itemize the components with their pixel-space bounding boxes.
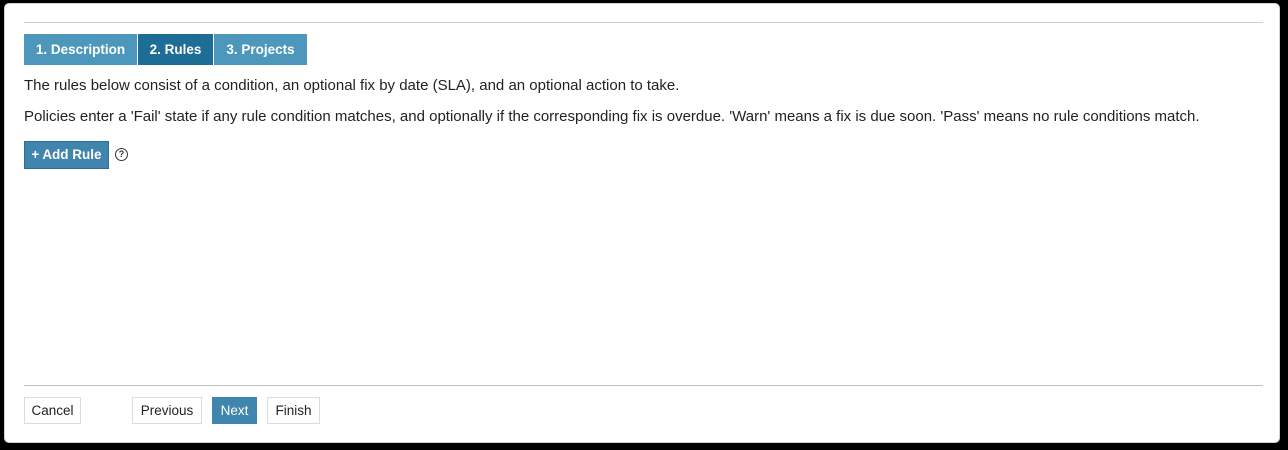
finish-button[interactable]: Finish bbox=[267, 397, 320, 424]
previous-button[interactable]: Previous bbox=[132, 397, 202, 424]
policy-states-text: Policies enter a 'Fail' state if any rul… bbox=[24, 108, 1200, 125]
tab-projects[interactable]: 3. Projects bbox=[214, 34, 307, 65]
cancel-button[interactable]: Cancel bbox=[24, 397, 81, 424]
top-divider bbox=[24, 22, 1263, 23]
footer-divider bbox=[24, 385, 1263, 386]
help-icon[interactable]: ? bbox=[115, 148, 128, 161]
tab-rules[interactable]: 2. Rules bbox=[138, 34, 214, 65]
rules-intro-text: The rules below consist of a condition, … bbox=[24, 77, 680, 94]
tab-description[interactable]: 1. Description bbox=[24, 34, 138, 65]
wizard-tabs: 1. Description 2. Rules 3. Projects bbox=[24, 34, 307, 65]
next-button[interactable]: Next bbox=[212, 397, 257, 424]
add-rule-label: Add Rule bbox=[42, 147, 102, 162]
wizard-panel: 1. Description 2. Rules 3. Projects The … bbox=[4, 3, 1280, 443]
plus-icon: + bbox=[31, 147, 40, 162]
add-rule-button[interactable]: + Add Rule bbox=[24, 141, 109, 169]
